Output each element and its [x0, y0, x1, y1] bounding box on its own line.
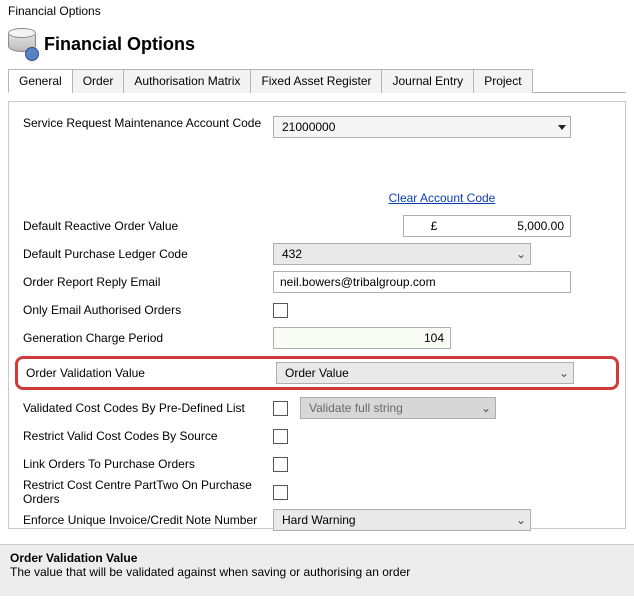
- gen-charge-label: Generation Charge Period: [23, 331, 273, 345]
- enforce-unique-label: Enforce Unique Invoice/Credit Note Numbe…: [23, 513, 273, 527]
- service-request-account-value: 21000000: [282, 120, 335, 134]
- validation-value-label: Order Validation Value: [24, 366, 276, 380]
- chevron-down-icon: ⌄: [516, 513, 526, 527]
- default-ledger-value: 432: [282, 247, 302, 261]
- default-reactive-value-input[interactable]: £ 5,000.00: [403, 215, 571, 237]
- currency-symbol: £: [404, 219, 464, 233]
- general-panel: Service Request Maintenance Account Code…: [8, 101, 626, 529]
- tab-general[interactable]: General: [8, 69, 73, 93]
- gen-charge-input[interactable]: [273, 327, 451, 349]
- order-validation-value-selected: Order Value: [285, 366, 349, 380]
- restrict-valid-costcodes-checkbox[interactable]: [273, 429, 288, 444]
- validate-full-string-label: Validate full string: [309, 401, 403, 415]
- window-title: Financial Options: [0, 0, 634, 22]
- tab-order[interactable]: Order: [72, 69, 125, 93]
- default-ledger-select[interactable]: 432 ⌄: [273, 243, 531, 265]
- chevron-down-icon: ⌄: [516, 247, 526, 261]
- page-title: Financial Options: [44, 34, 195, 55]
- link-orders-label: Link Orders To Purchase Orders: [23, 457, 273, 471]
- order-validation-value-row: Order Validation Value Order Value ⌄: [15, 356, 619, 390]
- chevron-down-icon: ⌄: [559, 366, 569, 380]
- help-bar: Order Validation Value The value that wi…: [0, 544, 634, 596]
- only-email-checkbox[interactable]: [273, 303, 288, 318]
- tab-fixed-asset-register[interactable]: Fixed Asset Register: [250, 69, 382, 93]
- default-reactive-label: Default Reactive Order Value: [23, 219, 273, 233]
- tabstrip: General Order Authorisation Matrix Fixed…: [8, 68, 626, 93]
- validated-costcodes-checkbox[interactable]: [273, 401, 288, 416]
- help-text: The value that will be validated against…: [10, 565, 624, 579]
- enforce-unique-select[interactable]: Hard Warning ⌄: [273, 509, 531, 531]
- reply-email-label: Order Report Reply Email: [23, 275, 273, 289]
- validated-costcodes-label: Validated Cost Codes By Pre-Defined List: [23, 401, 273, 415]
- tab-journal-entry[interactable]: Journal Entry: [381, 69, 474, 93]
- tab-authorisation-matrix[interactable]: Authorisation Matrix: [123, 69, 251, 93]
- service-request-account-select[interactable]: 21000000: [273, 116, 571, 138]
- order-validation-value-select[interactable]: Order Value ⌄: [276, 362, 574, 384]
- link-orders-checkbox[interactable]: [273, 457, 288, 472]
- default-reactive-amount: 5,000.00: [464, 219, 570, 233]
- tab-project[interactable]: Project: [473, 69, 532, 93]
- restrict-costcentre-checkbox[interactable]: [273, 485, 288, 500]
- restrict-valid-costcodes-label: Restrict Valid Cost Codes By Source: [23, 429, 273, 443]
- dropdown-icon: [558, 125, 566, 130]
- financial-options-icon: [8, 30, 36, 58]
- clear-account-code-link[interactable]: Clear Account Code: [389, 191, 496, 205]
- help-title: Order Validation Value: [10, 551, 624, 565]
- default-ledger-label: Default Purchase Ledger Code: [23, 247, 273, 261]
- only-email-label: Only Email Authorised Orders: [23, 303, 273, 317]
- restrict-costcentre-label: Restrict Cost Centre PartTwo On Purchase…: [23, 478, 273, 506]
- chevron-down-icon: ⌄: [481, 401, 491, 415]
- validate-full-string-select: Validate full string ⌄: [300, 397, 496, 419]
- reply-email-input[interactable]: [273, 271, 571, 293]
- service-request-label: Service Request Maintenance Account Code: [23, 116, 273, 131]
- page-header: Financial Options: [0, 22, 634, 64]
- enforce-unique-value: Hard Warning: [282, 513, 356, 527]
